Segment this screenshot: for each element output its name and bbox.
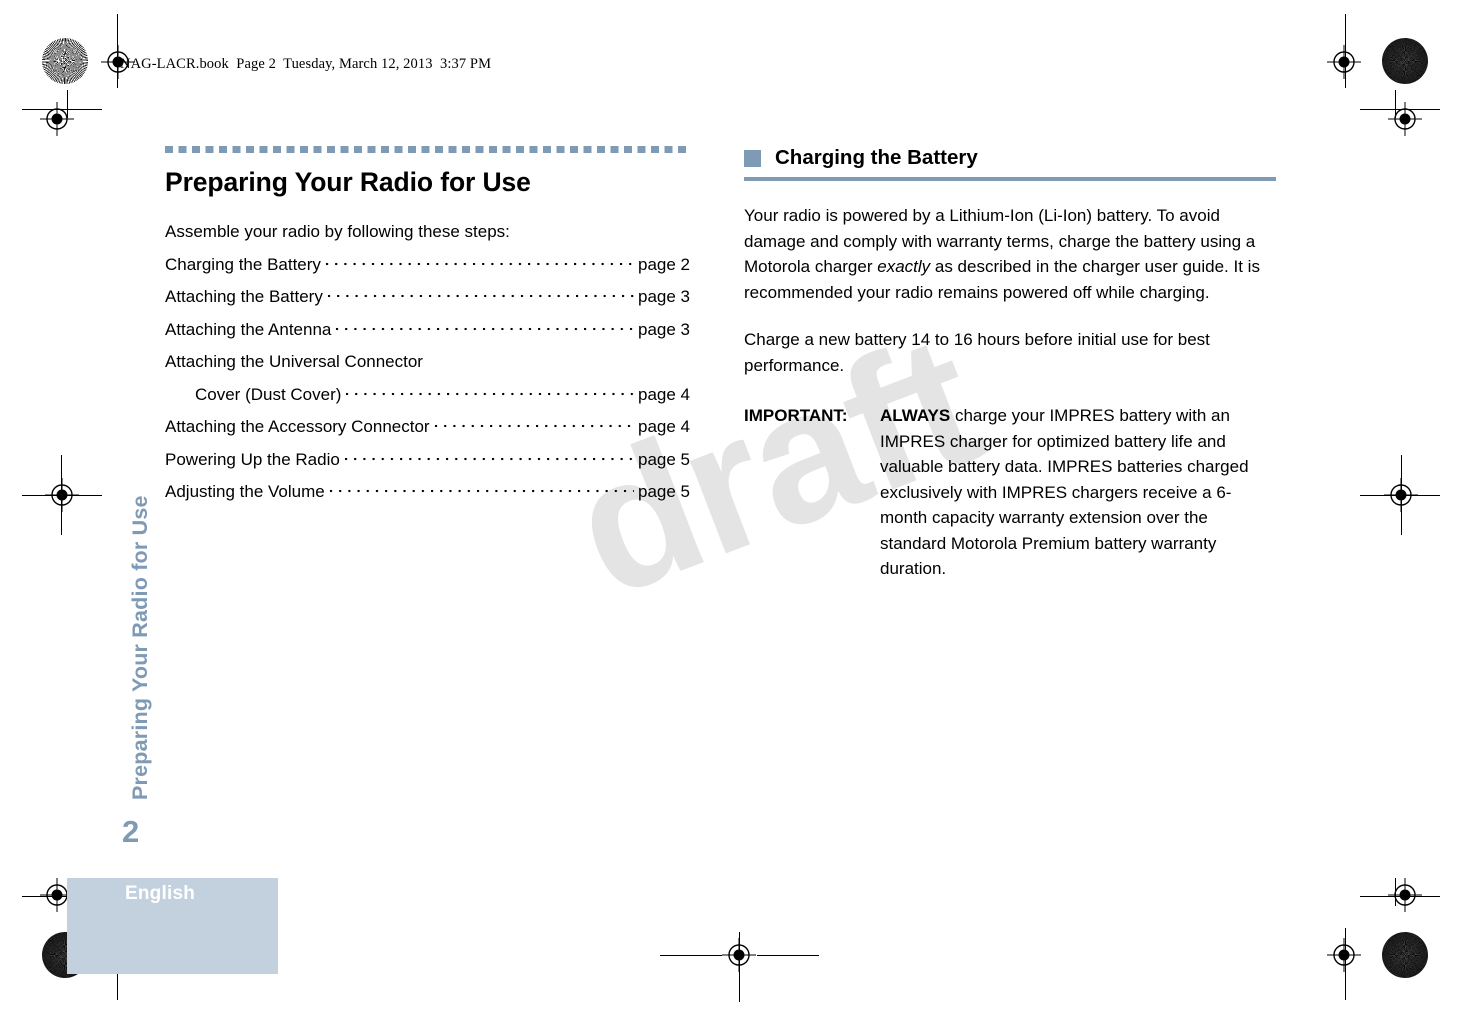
toc-entry-label: Adjusting the Volume — [165, 482, 325, 501]
toc-entry-label: Charging the Battery — [165, 254, 321, 274]
toc-entry[interactable]: Attaching the Antenna page 3 — [165, 320, 690, 340]
important-note-label: IMPORTANT: — [744, 403, 880, 582]
toc-entry-page: page 4 — [638, 384, 690, 404]
chapter-intro-text: Assemble your radio by following these s… — [165, 222, 510, 241]
registration-target-bottom-right — [1327, 938, 1361, 972]
section-title: Charging the Battery — [775, 146, 978, 169]
registration-starburst-top-right — [1382, 38, 1428, 84]
document-page: NAG-LACR.book Page 2 Tuesday, March 12, … — [0, 0, 1462, 1013]
language-label: English — [125, 883, 196, 904]
toc-entry-label: Attaching the Antenna — [165, 319, 332, 339]
body-paragraph-1: Your radio is powered by a Lithium-Ion (… — [744, 203, 1276, 305]
important-note-label-colon: : — [841, 406, 848, 425]
crop-line-bottom-center-horizontal-left — [660, 955, 722, 956]
registration-target-bottom-center — [722, 938, 756, 972]
crop-line-bottom-center-horizontal-right — [757, 955, 819, 956]
important-note-text: charge your IMPRES battery with an IMPRE… — [880, 406, 1249, 578]
toc-entry[interactable]: Adjusting the Volume page 5 — [165, 482, 690, 502]
left-column: Preparing Your Radio for Use Assemble yo… — [165, 146, 690, 502]
toc-dot-leader — [328, 484, 634, 498]
toc-entry[interactable]: Charging the Battery page 2 — [165, 255, 690, 275]
toc-entry[interactable]: Cover (Dust Cover) page 4 — [165, 385, 690, 405]
toc-entry[interactable]: Powering Up the Radio page 5 — [165, 450, 690, 470]
important-note-body: ALWAYS charge your IMPRES battery with a… — [880, 403, 1276, 582]
running-header-vertical: Preparing Your Radio for Use — [128, 495, 152, 800]
chapter-dashed-rule — [165, 146, 690, 153]
toc-entry-page: page 3 — [638, 287, 690, 306]
section-heading: Charging the Battery — [744, 146, 1276, 170]
toc-entry-page: page 4 — [638, 417, 690, 436]
body-paragraph-2: Charge a new battery 14 to 16 hours befo… — [744, 330, 1210, 375]
registration-starburst-bottom-right — [1382, 932, 1428, 978]
registration-target-upper-right — [1388, 102, 1422, 136]
toc-entry-label: Attaching the Battery — [165, 287, 323, 306]
section-underline-rule — [744, 177, 1276, 181]
toc-entry-page: page 3 — [638, 319, 690, 339]
registration-target-mid-right — [1384, 478, 1418, 512]
paragraph-1-emphasis: exactly — [877, 257, 931, 276]
toc-entry-page: page 5 — [638, 482, 690, 501]
toc-entry-label: Attaching the Accessory Connector — [165, 417, 430, 436]
right-column: Charging the Battery Your radio is power… — [744, 146, 1276, 582]
chapter-title: Preparing Your Radio for Use — [165, 167, 531, 197]
toc-entry-label: Powering Up the Radio — [165, 449, 340, 469]
table-of-contents: Charging the Battery page 2 Attaching the … — [165, 255, 690, 503]
toc-entry[interactable]: Attaching the Battery page 3 — [165, 287, 690, 307]
registration-target-mid-left — [45, 478, 79, 512]
toc-dot-leader — [324, 256, 634, 271]
file-info-line: NAG-LACR.book Page 2 Tuesday, March 12, … — [120, 56, 492, 72]
registration-starburst-top-left — [42, 38, 88, 84]
registration-target-top-right — [1327, 45, 1361, 79]
important-note: IMPORTANT: ALWAYS charge your IMPRES bat… — [744, 403, 1276, 582]
important-note-emphasis: ALWAYS — [880, 406, 951, 425]
page-number: 2 — [122, 814, 140, 849]
toc-entry-label: Cover (Dust Cover) — [195, 384, 342, 404]
section-bullet-icon — [744, 149, 761, 167]
toc-entry[interactable]: Attaching the Universal Connector — [165, 352, 690, 372]
toc-dot-leader — [343, 451, 634, 466]
toc-dot-leader — [326, 289, 634, 303]
toc-entry-page: page 5 — [638, 449, 690, 469]
important-note-label-text: IMPORTANT — [744, 406, 842, 425]
toc-entry-page: page 2 — [638, 254, 690, 274]
toc-dot-leader — [345, 386, 634, 401]
toc-entry[interactable]: Attaching the Accessory Connector page 4 — [165, 417, 690, 437]
toc-dot-leader — [335, 321, 634, 336]
toc-dot-leader — [433, 419, 634, 433]
toc-entry-label: Attaching the Universal Connector — [165, 352, 423, 371]
registration-target-lower-right — [1388, 878, 1422, 912]
registration-target-upper-left — [40, 102, 74, 136]
